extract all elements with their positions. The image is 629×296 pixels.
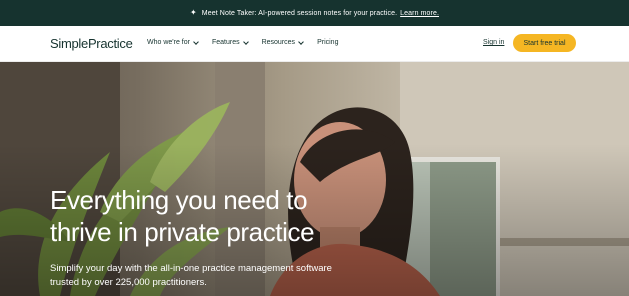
learn-more-link[interactable]: Learn more. xyxy=(400,10,439,17)
hero-section: Everything you need to thrive in private… xyxy=(0,62,629,296)
menu-label: Who we're for xyxy=(147,39,190,46)
menu-label: Resources xyxy=(261,39,296,46)
chevron-down-icon xyxy=(298,38,304,45)
subhead-line-1: Simplify your day with the all-in-one pr… xyxy=(50,263,332,274)
menu-item-resources[interactable]: Resources xyxy=(261,38,304,46)
menu-label: Pricing xyxy=(317,39,339,46)
menu-item-pricing[interactable]: Pricing xyxy=(317,39,338,46)
logo-text-simple: Simple xyxy=(50,36,88,51)
hero-subheadline: Simplify your day with the all-in-one pr… xyxy=(50,262,370,290)
headline-line-1: Everything you need to xyxy=(50,185,308,215)
headline-line-2: thrive in private practice xyxy=(50,217,315,247)
main-menu: Who we're for Features Resources Pricing xyxy=(147,38,338,46)
menu-item-features[interactable]: Features xyxy=(211,38,249,46)
sparkle-icon: ✦ xyxy=(189,8,197,17)
sign-in-link[interactable]: Sign in xyxy=(483,39,504,46)
chevron-down-icon xyxy=(193,38,199,45)
top-navigation: SimplePractice Who we're for Features Re… xyxy=(0,26,629,62)
menu-label: Features xyxy=(211,39,240,46)
hero-headline: Everything you need to thrive in private… xyxy=(50,184,370,248)
subhead-line-2: trusted by over 225,000 practitioners. xyxy=(50,277,207,288)
chevron-down-icon xyxy=(242,38,249,45)
simplepractice-logo[interactable]: SimplePractice xyxy=(50,36,133,51)
hero-overlay xyxy=(0,62,629,296)
logo-text-practice: Practice xyxy=(87,36,133,51)
announcement-text: Meet Note Taker: AI-powered session note… xyxy=(201,9,398,17)
menu-item-who-were-for[interactable]: Who we're for xyxy=(147,38,199,46)
announcement-bar: ✦ Meet Note Taker: AI-powered session no… xyxy=(0,0,629,26)
start-free-trial-button[interactable]: Start free trial xyxy=(513,34,576,52)
